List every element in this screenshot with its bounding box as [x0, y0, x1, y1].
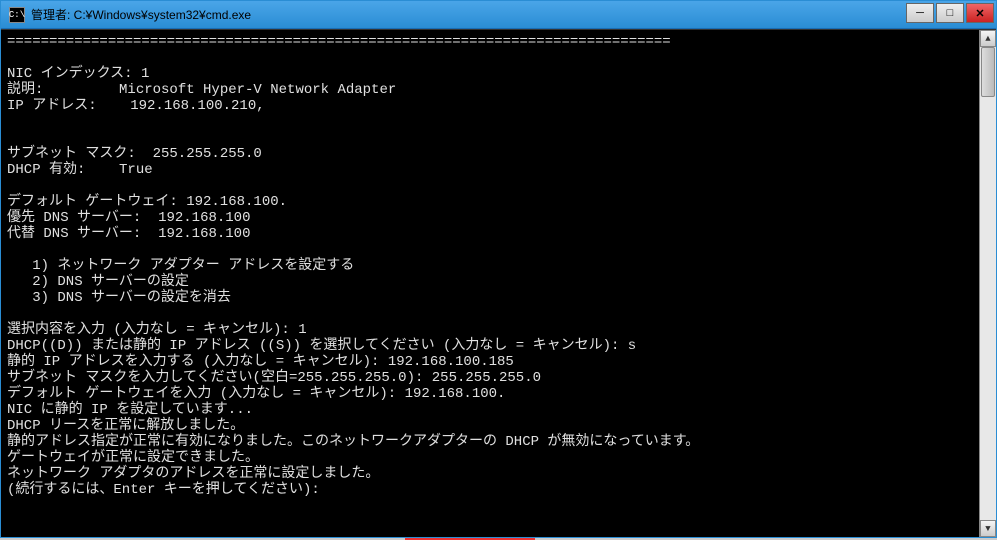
- scroll-thumb[interactable]: [981, 47, 995, 97]
- window-controls: ─ □ ✕: [906, 1, 996, 28]
- close-button[interactable]: ✕: [966, 3, 994, 23]
- scroll-track[interactable]: [980, 47, 996, 520]
- maximize-button[interactable]: □: [936, 3, 964, 23]
- titlebar[interactable]: C:\ 管理者: C:¥Windows¥system32¥cmd.exe ─ □…: [1, 1, 996, 29]
- minimize-button[interactable]: ─: [906, 3, 934, 23]
- terminal-area: ========================================…: [1, 29, 996, 537]
- app-icon: C:\: [9, 7, 25, 23]
- vertical-scrollbar[interactable]: ▲ ▼: [979, 30, 996, 537]
- scroll-down-button[interactable]: ▼: [980, 520, 996, 537]
- cmd-window: C:\ 管理者: C:¥Windows¥system32¥cmd.exe ─ □…: [0, 0, 997, 538]
- terminal-output[interactable]: ========================================…: [1, 30, 979, 537]
- scroll-up-button[interactable]: ▲: [980, 30, 996, 47]
- window-title: 管理者: C:¥Windows¥system32¥cmd.exe: [31, 6, 906, 23]
